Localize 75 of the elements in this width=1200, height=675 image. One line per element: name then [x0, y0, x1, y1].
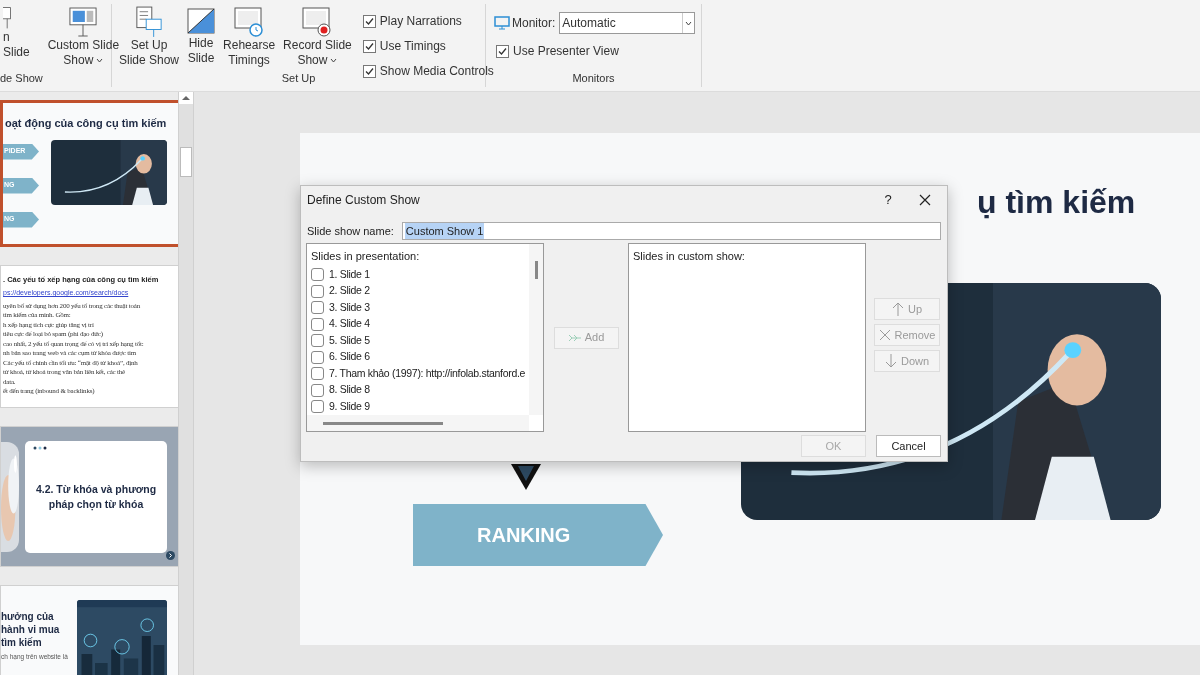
- ribbon-button[interactable]: Hide Slide: [184, 6, 219, 66]
- group-label: Monitors: [572, 71, 615, 86]
- ribbon-button[interactable]: Rehearse Timings: [220, 6, 279, 68]
- help-button[interactable]: ?: [873, 190, 903, 210]
- double-arrow-icon: [567, 333, 582, 342]
- thumbnail-title: 4.2. Từ khóa và phương pháp chọn từ khóa: [34, 481, 158, 512]
- cross-icon: [878, 329, 891, 341]
- slide-item[interactable]: 6. Slide 6: [329, 349, 370, 366]
- arrow-up-icon: [891, 302, 904, 316]
- checkbox[interactable]: [311, 400, 324, 414]
- screen-timer-icon: [234, 6, 265, 38]
- slide-item[interactable]: 5. Slide 5: [329, 332, 370, 349]
- name-label: Slide show name:: [307, 223, 394, 239]
- slide-item[interactable]: 8. Slide 8: [329, 382, 370, 399]
- setup-slideshow-icon: [135, 6, 163, 38]
- checkbox[interactable]: [496, 44, 509, 58]
- slide-title: ụ tìm kiếm: [977, 183, 1136, 222]
- monitor-label: Monitor:: [512, 15, 556, 32]
- chevron-shape: RANKING: [413, 504, 663, 566]
- slide-item[interactable]: 1. Slide 1: [329, 266, 370, 283]
- name-field[interactable]: Custom Show 1: [401, 222, 941, 240]
- scroll-thumb[interactable]: [180, 147, 192, 177]
- dialog-title: Define Custom Show: [307, 192, 421, 209]
- list-label: Slides in custom show:: [633, 250, 745, 262]
- slides-list[interactable]: Slides in presentation: 1. Slide 1 2. Slide 2 3. Slide 3 4. Slide 4 5. Slide 5 6. Slide 6 7. Tham khảo (1997): http://infolab.stanford.e 8. Slide 8 9. Slide 9: [306, 243, 544, 432]
- projector-screen-icon: [69, 6, 98, 38]
- checkbox[interactable]: [311, 284, 324, 298]
- dialog-button[interactable]: Cancel: [876, 435, 941, 457]
- ribbon-button[interactable]: n Slide: [0, 6, 33, 60]
- checkbox[interactable]: [311, 268, 324, 282]
- slide-item[interactable]: 9. Slide 9: [329, 398, 370, 415]
- dots-icon: [33, 445, 49, 450]
- scroll-thumb[interactable]: [323, 421, 443, 425]
- group-label: Set Up: [281, 71, 316, 86]
- list-label: Slides in presentation:: [311, 249, 421, 264]
- slide-item[interactable]: 3. Slide 3: [329, 299, 370, 316]
- scrollbar[interactable]: [307, 415, 529, 431]
- checkbox[interactable]: [311, 350, 324, 364]
- dropdown-caret-icon: [96, 58, 104, 64]
- dropdown-caret-icon: [330, 58, 338, 64]
- scrollbar[interactable]: [178, 92, 194, 675]
- group-label: de Show: [0, 71, 43, 86]
- checkbox-label[interactable]: Play Narrations: [379, 12, 462, 30]
- arrow-down-icon: [884, 354, 897, 368]
- screen-record-icon: [302, 6, 333, 38]
- caret-icon: [685, 20, 693, 26]
- checkbox[interactable]: [362, 39, 376, 53]
- slide-item[interactable]: 4. Slide 4: [329, 316, 370, 333]
- checkbox[interactable]: [311, 334, 324, 348]
- checkbox-label[interactable]: Use Timings: [379, 37, 446, 55]
- monitor-dropdown[interactable]: Automatic: [559, 12, 696, 34]
- checkbox-label[interactable]: Show Media Controls: [379, 62, 494, 80]
- ribbon-button[interactable]: Record Slide Show: [280, 6, 355, 68]
- slide-icon: [3, 6, 13, 30]
- close-icon: [919, 194, 931, 206]
- checkbox[interactable]: [362, 64, 376, 78]
- thumbnail-title: oạt động của công cụ tìm kiếm: [4, 116, 168, 132]
- monitor-icon: [494, 16, 510, 30]
- hide-slide-icon: [187, 6, 216, 36]
- scrollbar[interactable]: [529, 244, 543, 415]
- checkbox[interactable]: [311, 367, 324, 381]
- checkbox-label[interactable]: Use Presenter View: [513, 42, 619, 60]
- next-arrow-icon: [166, 551, 175, 560]
- checkbox[interactable]: [311, 383, 324, 397]
- slide-item[interactable]: 2. Slide 2: [329, 283, 370, 300]
- checkbox[interactable]: [311, 301, 324, 315]
- arrow-down-icon: [510, 463, 542, 491]
- slide-item[interactable]: 7. Tham khảo (1997): http://infolab.stanford.e: [329, 365, 526, 382]
- checkbox[interactable]: [362, 14, 376, 28]
- checkbox[interactable]: [311, 317, 324, 331]
- slide-thumbnail[interactable]: 4.2. Từ khóa và phương pháp chọn từ khóa: [0, 426, 178, 567]
- scroll-thumb[interactable]: [534, 261, 538, 279]
- custom-show-list[interactable]: Slides in custom show:: [628, 243, 866, 432]
- thumbnail-title: hưởng của hành vi mua tìm kiếm: [1, 610, 61, 649]
- slide-thumbnail[interactable]: [0, 265, 178, 408]
